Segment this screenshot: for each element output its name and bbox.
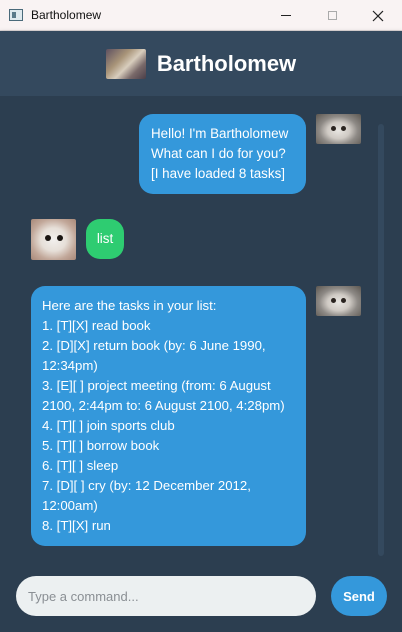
user-message-bubble: list — [86, 219, 124, 259]
user-avatar — [31, 219, 76, 260]
maximize-button[interactable] — [309, 0, 355, 31]
command-input[interactable] — [16, 576, 316, 616]
bot-message-bubble: Hello! I'm Bartholomew What can I do for… — [139, 114, 306, 194]
window-title: Bartholomew — [31, 8, 102, 22]
bot-avatar — [316, 286, 361, 316]
chat-scrollbar[interactable] — [378, 124, 384, 556]
minimize-button[interactable] — [263, 0, 309, 31]
minimize-icon — [281, 15, 291, 16]
bot-avatar — [316, 114, 361, 144]
app-header: Bartholomew — [0, 31, 402, 96]
bot-message-bubble: Here are the tasks in your list: 1. [T][… — [31, 286, 306, 546]
send-button[interactable]: Send — [331, 576, 387, 616]
app-title: Bartholomew — [156, 50, 297, 76]
window-titlebar: Bartholomew — [0, 0, 402, 31]
header-avatar — [105, 48, 146, 79]
close-button[interactable] — [355, 0, 401, 31]
close-icon — [372, 10, 384, 21]
app-icon — [9, 9, 23, 21]
maximize-icon — [327, 11, 337, 20]
